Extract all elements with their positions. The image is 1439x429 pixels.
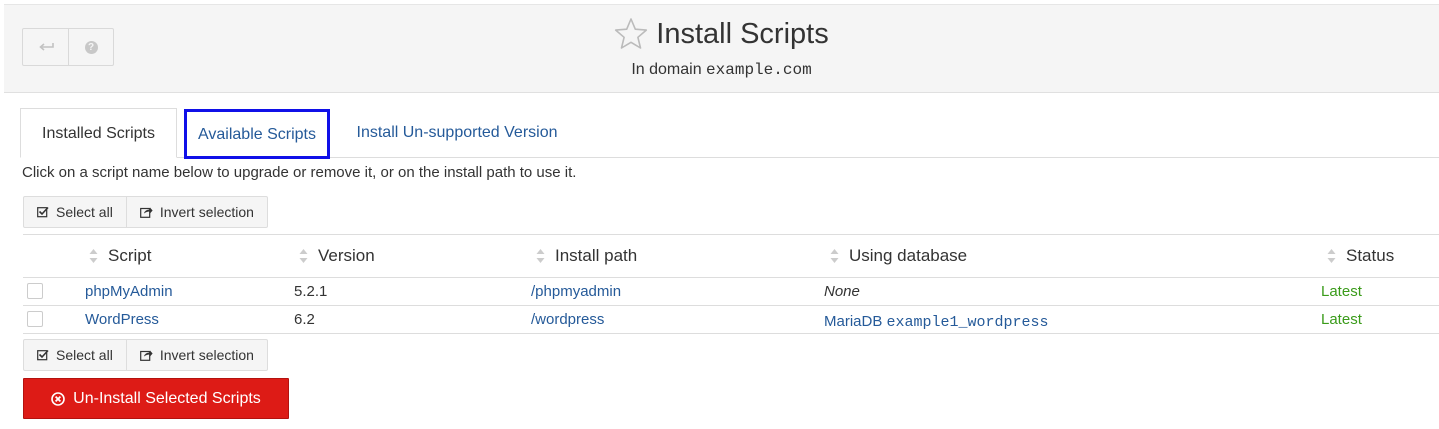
status-text: Latest bbox=[1321, 283, 1362, 300]
share-square-icon bbox=[139, 350, 153, 361]
check-square-icon bbox=[37, 206, 49, 218]
sort-icon bbox=[536, 248, 545, 264]
title-row: Install Scripts bbox=[4, 17, 1439, 51]
sort-icon bbox=[299, 248, 308, 264]
star-icon[interactable] bbox=[614, 17, 648, 51]
select-all-button[interactable]: Select all bbox=[24, 340, 126, 370]
domain-name: example.com bbox=[706, 61, 812, 79]
database-type: MariaDB bbox=[824, 313, 883, 330]
select-all-label: Select all bbox=[56, 204, 113, 220]
check-square-icon bbox=[37, 349, 49, 361]
database-link[interactable]: MariaDB example1_wordpress bbox=[824, 308, 1049, 335]
uninstall-label: Un-Install Selected Scripts bbox=[73, 389, 261, 407]
column-label: Install path bbox=[555, 246, 638, 265]
column-label: Using database bbox=[849, 246, 968, 265]
table-row: WordPress 6.2 /wordpress MariaDB example… bbox=[23, 306, 1439, 334]
column-header-version[interactable]: Version bbox=[299, 235, 375, 277]
uninstall-selected-button[interactable]: Un-Install Selected Scripts bbox=[23, 378, 289, 419]
table-row: phpMyAdmin 5.2.1 /phpmyadmin None Latest bbox=[23, 278, 1439, 306]
database-name: example1_wordpress bbox=[886, 314, 1049, 331]
column-label: Version bbox=[318, 246, 375, 265]
script-version: 5.2.1 bbox=[294, 283, 328, 300]
invert-selection-button[interactable]: Invert selection bbox=[125, 340, 267, 370]
invert-selection-label: Invert selection bbox=[159, 347, 254, 363]
column-header-install-path[interactable]: Install path bbox=[536, 235, 637, 277]
tab-available-scripts[interactable]: Available Scripts bbox=[184, 109, 330, 159]
tab-installed-scripts[interactable]: Installed Scripts bbox=[20, 108, 177, 158]
script-name-link[interactable]: phpMyAdmin bbox=[85, 278, 173, 305]
install-path-link[interactable]: /phpmyadmin bbox=[531, 278, 621, 305]
sort-icon bbox=[1327, 248, 1336, 264]
scripts-table: Script Version Install path Using databa… bbox=[23, 234, 1439, 334]
select-all-label: Select all bbox=[56, 347, 113, 363]
column-header-script[interactable]: Script bbox=[89, 235, 151, 277]
share-square-icon bbox=[139, 207, 153, 218]
script-version: 6.2 bbox=[294, 311, 315, 328]
selection-toolbar-bottom: Select all Invert selection bbox=[23, 339, 268, 371]
invert-selection-label: Invert selection bbox=[159, 204, 254, 220]
row-checkbox[interactable] bbox=[27, 311, 43, 327]
table-header: Script Version Install path Using databa… bbox=[23, 235, 1439, 278]
times-circle-icon bbox=[51, 391, 65, 406]
row-checkbox[interactable] bbox=[27, 283, 43, 299]
sort-icon bbox=[830, 248, 839, 264]
status-text: Latest bbox=[1321, 311, 1362, 328]
page-title: Install Scripts bbox=[656, 17, 829, 50]
invert-selection-button[interactable]: Invert selection bbox=[125, 197, 267, 227]
sort-icon bbox=[89, 248, 98, 264]
database-none: None bbox=[824, 283, 860, 300]
select-all-button[interactable]: Select all bbox=[24, 197, 126, 227]
install-path-link[interactable]: /wordpress bbox=[531, 306, 604, 333]
tab-install-unsupported-version[interactable]: Install Un-supported Version bbox=[342, 108, 572, 158]
selection-toolbar-top: Select all Invert selection bbox=[23, 196, 268, 228]
page-header: ? Install Scripts In domain example.com bbox=[4, 4, 1439, 93]
script-name-link[interactable]: WordPress bbox=[85, 306, 159, 333]
column-header-status[interactable]: Status bbox=[1327, 235, 1394, 277]
column-label: Script bbox=[108, 246, 152, 265]
subtitle-prefix: In domain bbox=[631, 61, 702, 78]
domain-subtitle: In domain example.com bbox=[4, 61, 1439, 79]
column-label: Status bbox=[1346, 246, 1395, 265]
tab-bar: Installed Scripts Available Scripts Inst… bbox=[20, 108, 1439, 159]
column-header-using-database[interactable]: Using database bbox=[830, 235, 967, 277]
instructions-text: Click on a script name below to upgrade … bbox=[22, 164, 577, 181]
